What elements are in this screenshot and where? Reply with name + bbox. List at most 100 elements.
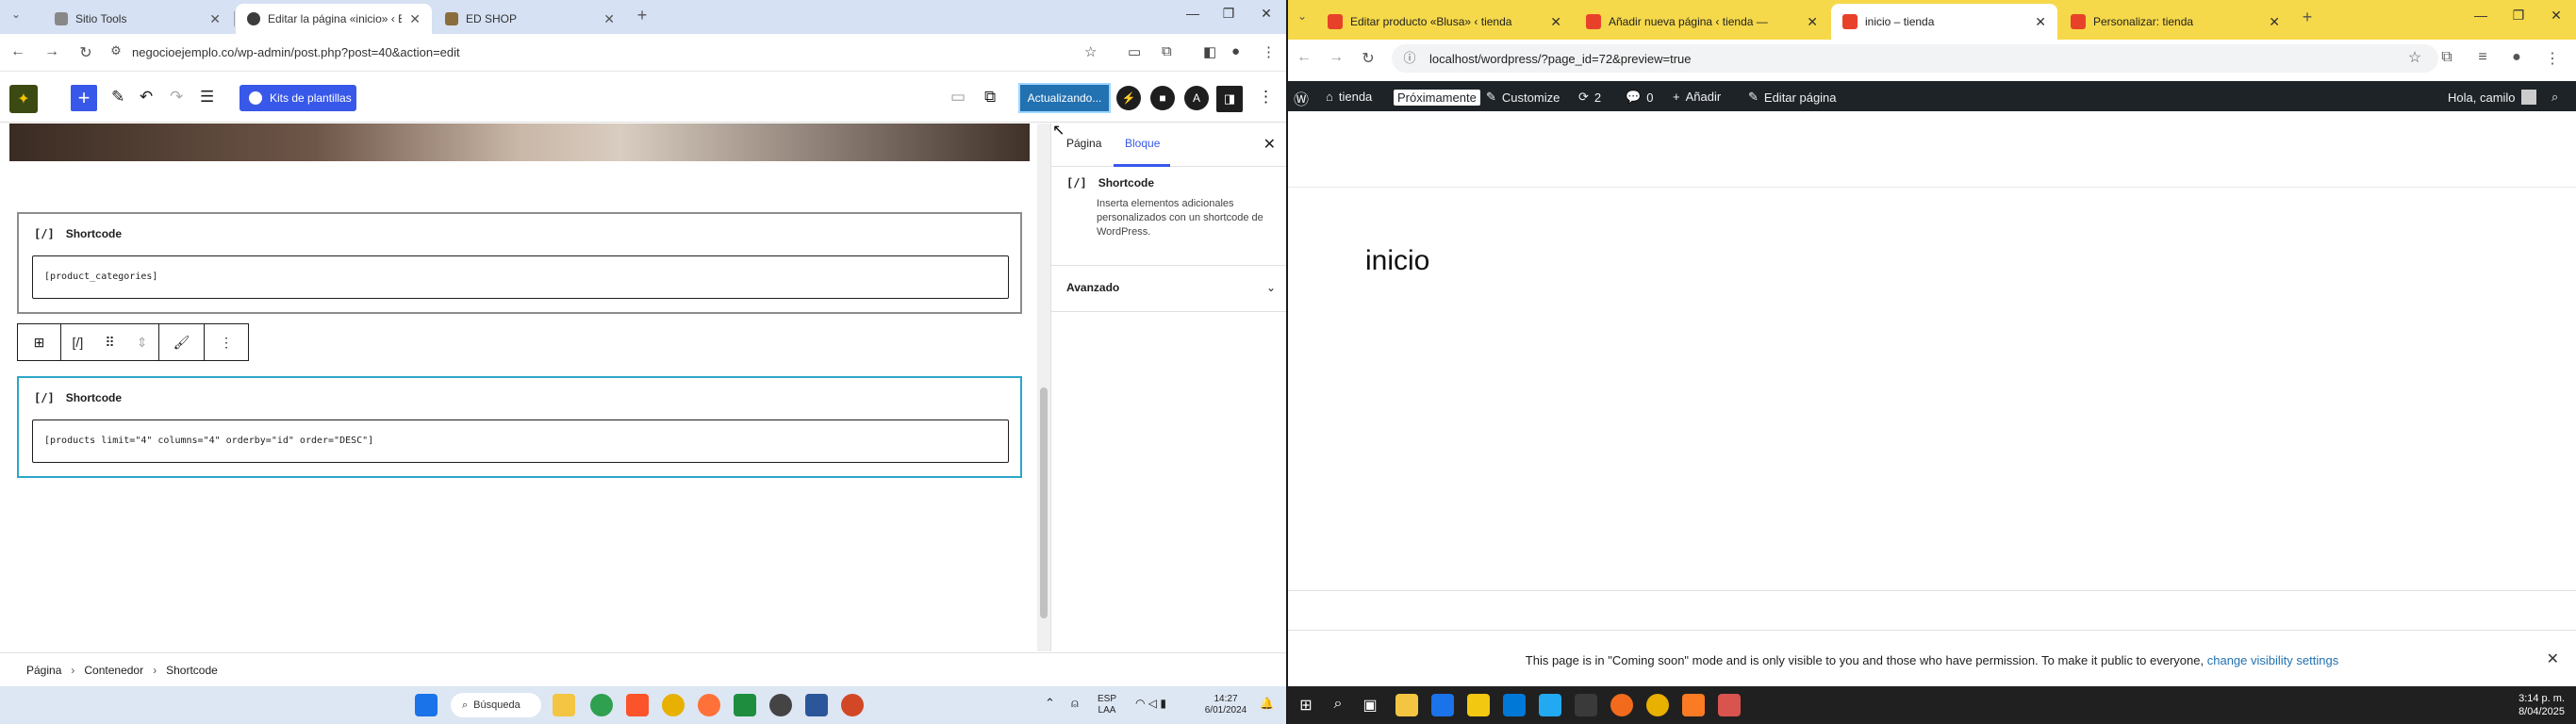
left-tab-1[interactable]: Sitio Tools ✕ [43, 4, 232, 34]
right-tab-4[interactable]: Personalizar: tienda ✕ [2059, 4, 2291, 40]
word-icon[interactable] [805, 694, 828, 716]
breadcrumb-item[interactable]: Página [26, 664, 61, 677]
url-box[interactable]: ⓘ localhost/wordpress/?page_id=72&previe… [1392, 44, 2438, 73]
user-greeting[interactable]: Hola, camilo [2448, 90, 2536, 105]
right-tab-3[interactable]: inicio – tienda ✕ [1831, 4, 2057, 40]
pencil-icon[interactable]: ✎ [111, 88, 124, 107]
media-icon[interactable]: ≡ [2472, 49, 2493, 66]
drag-handle-icon[interactable]: ⠿ [105, 335, 114, 351]
search-icon[interactable]: ⌕ [2551, 90, 2558, 105]
vscode-icon[interactable] [1539, 694, 1561, 716]
close-window-icon[interactable]: ✕ [1252, 6, 1280, 22]
left-tab-2[interactable]: Editar la página «inicio» ‹ ED S ✕ [236, 4, 432, 34]
menu-icon[interactable]: ⋮ [2542, 49, 2563, 68]
site-name[interactable]: ⌂ tienda [1326, 90, 1372, 104]
extensions-icon[interactable]: ⧉ [1162, 43, 1172, 59]
file-explorer-icon[interactable] [553, 694, 575, 716]
edge-icon[interactable] [590, 694, 613, 716]
mic-icon[interactable]: ⍝ [1071, 697, 1079, 709]
device-preview-icon[interactable]: ▭ [950, 88, 966, 107]
breadcrumb-item[interactable]: Shortcode [166, 664, 218, 677]
restore-icon[interactable]: ❐ [1214, 6, 1243, 22]
block-parent-icon[interactable]: ⊞ [18, 324, 61, 360]
square-logo-icon[interactable]: ■ [1150, 86, 1175, 110]
forward-icon[interactable]: → [41, 43, 62, 60]
restore-icon[interactable]: ❐ [2504, 8, 2533, 24]
edge-icon[interactable] [1503, 694, 1526, 716]
site-info-icon[interactable]: ⓘ [1399, 48, 1420, 66]
back-icon[interactable]: ← [8, 43, 28, 60]
tab-search-icon[interactable]: ⌄ [6, 8, 26, 21]
advanced-panel[interactable]: Avanzado ⌄ [1051, 265, 1286, 312]
wordpress-icon[interactable]: Ⓦ [1294, 87, 1309, 109]
close-tab-icon[interactable]: ✕ [1550, 14, 1561, 30]
external-link-icon[interactable]: ⧉ [984, 88, 996, 107]
url-text[interactable]: negocioejemplo.co/wp-admin/post.php?post… [132, 45, 460, 59]
windows-start-icon[interactable] [415, 694, 438, 716]
close-icon[interactable]: ✕ [2547, 650, 2559, 668]
redo-icon[interactable]: ↷ [170, 88, 183, 107]
tab-block[interactable]: Bloque [1125, 137, 1160, 150]
kits-button[interactable]: Kits de plantillas [239, 85, 356, 111]
app-icon[interactable] [769, 694, 792, 716]
close-tab-icon[interactable]: ✕ [1807, 14, 1818, 30]
tab-search-icon[interactable]: ⌄ [1292, 9, 1313, 23]
move-arrows-icon[interactable]: ⇕ [137, 335, 148, 351]
close-icon[interactable]: ✕ [1263, 135, 1276, 154]
scrollbar-thumb[interactable] [1040, 387, 1048, 618]
block-options-icon[interactable]: ⋮ [205, 324, 248, 360]
undo-icon[interactable]: ↶ [140, 88, 153, 107]
shortcode-icon[interactable]: [/] [73, 335, 84, 350]
brush-icon[interactable]: 🖌 [159, 324, 205, 360]
new-tab-icon[interactable]: + [632, 6, 652, 25]
reload-icon[interactable]: ↻ [1358, 49, 1379, 68]
menu-icon[interactable]: ⋮ [1262, 43, 1276, 60]
profile-icon[interactable]: ● [1231, 43, 1240, 59]
updates-link[interactable]: ⟳ 2 [1578, 90, 1601, 105]
bookmark-star-icon[interactable]: ☆ [1084, 43, 1097, 60]
add-new-link[interactable]: + Añadir [1673, 90, 1721, 104]
firefox-icon[interactable] [698, 694, 720, 716]
left-tab-3[interactable]: ED SHOP ✕ [434, 4, 626, 34]
xampp-icon[interactable] [1682, 694, 1705, 716]
shortcode-input[interactable]: [product_categories] [32, 255, 1009, 299]
language-indicator[interactable]: ESP LAA [1098, 694, 1116, 716]
windows-start-icon[interactable]: ⊞ [1296, 696, 1316, 715]
list-view-icon[interactable]: ☰ [200, 88, 214, 107]
close-tab-icon[interactable]: ✕ [2269, 14, 2280, 30]
notification-bell-icon[interactable]: 🔔 [1260, 698, 1274, 709]
reload-icon[interactable]: ↻ [75, 43, 96, 62]
edit-page-link[interactable]: ✎ Editar página [1748, 90, 1837, 105]
site-logo-icon[interactable]: ✦ [9, 85, 38, 113]
add-block-button[interactable]: + [71, 85, 97, 111]
tab-page[interactable]: Página [1066, 137, 1101, 150]
more-options-icon[interactable]: ⋮ [1258, 88, 1274, 107]
bookmark-star-icon[interactable]: ☆ [2404, 48, 2425, 67]
clock[interactable]: 3:14 p. m. 8/04/2025 [2518, 692, 2565, 718]
minimize-icon[interactable]: — [2467, 8, 2495, 23]
close-tab-icon[interactable]: ✕ [2035, 14, 2046, 30]
sheets-icon[interactable] [734, 694, 756, 716]
close-tab-icon[interactable]: ✕ [603, 11, 615, 27]
right-tab-1[interactable]: Editar producto «Blusa» ‹ tienda ✕ [1316, 4, 1573, 40]
site-info-icon[interactable]: ⚙ [106, 43, 126, 58]
a-logo-icon[interactable]: A [1184, 86, 1209, 110]
bolt-icon[interactable]: ⚡ [1116, 86, 1141, 110]
task-view-icon[interactable]: ▣ [1360, 696, 1380, 715]
extensions-icon[interactable]: ⧉ [2436, 49, 2457, 66]
url-text[interactable]: localhost/wordpress/?page_id=72&preview=… [1429, 52, 1692, 66]
close-tab-icon[interactable]: ✕ [409, 11, 421, 27]
store-icon[interactable] [1467, 694, 1490, 716]
profile-icon[interactable]: ● [2506, 49, 2527, 66]
taskbar-search[interactable]: ⌕ Búsqueda [451, 693, 541, 717]
comments-link[interactable]: 💬 0 [1626, 90, 1653, 105]
brave-icon[interactable] [626, 694, 649, 716]
shortcode-block[interactable]: [/] Shortcode [product_categories] [17, 212, 1022, 314]
file-explorer-icon[interactable] [1395, 694, 1418, 716]
sidebar-icon[interactable]: ◧ [1203, 43, 1216, 60]
search-icon[interactable]: ⌕ [1328, 696, 1348, 713]
right-tab-2[interactable]: Añadir nueva página ‹ tienda — ✕ [1575, 4, 1829, 40]
powerpoint-icon[interactable] [841, 694, 864, 716]
settings-panel-icon[interactable]: ◨ [1216, 86, 1243, 112]
chrome-icon[interactable] [1646, 694, 1669, 716]
